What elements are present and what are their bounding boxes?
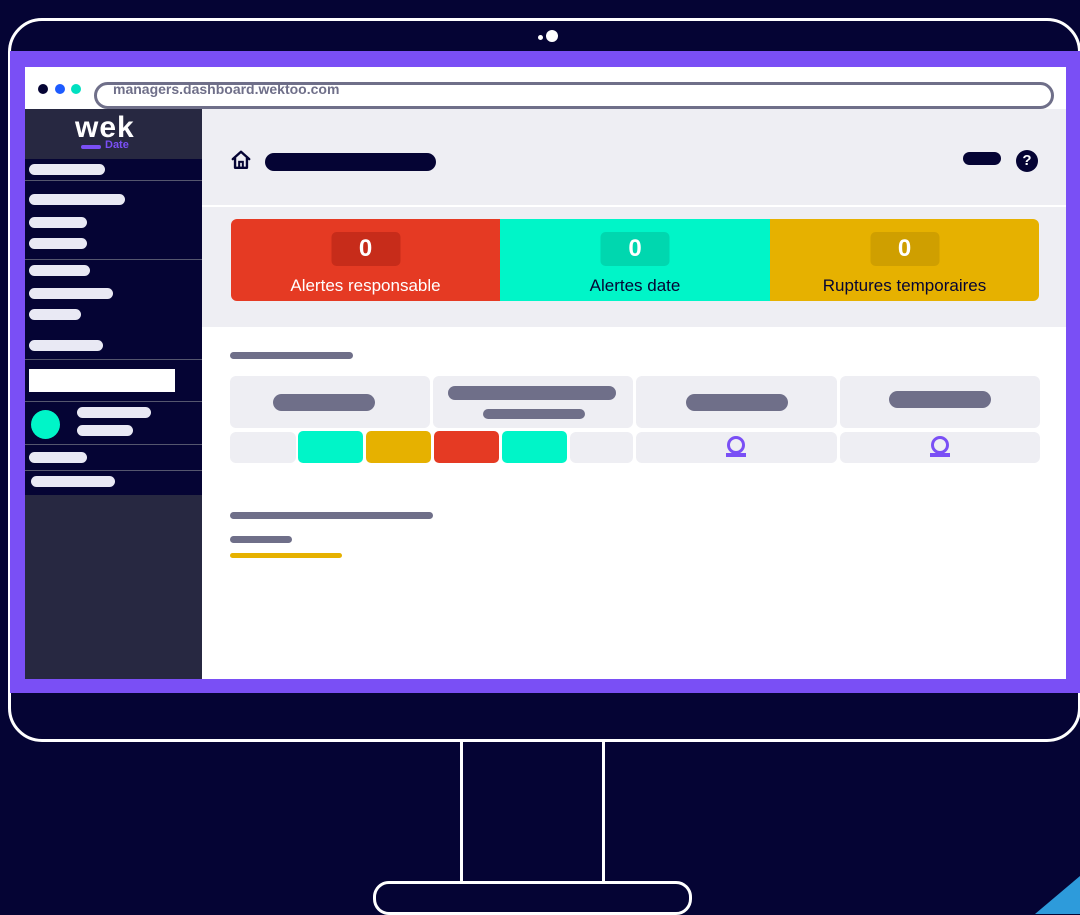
user-status-icon-base (726, 453, 746, 457)
sidebar-divider (25, 359, 202, 360)
user-status-icon[interactable] (727, 436, 745, 454)
sidebar-nav: wek Date wek Date (25, 109, 202, 495)
page-header: ? (202, 109, 1066, 205)
sidebar-item-7[interactable] (29, 309, 81, 320)
table-header-cell (840, 376, 1040, 428)
user-status-icon-base (930, 453, 950, 457)
camera-dot (546, 30, 558, 42)
window-minimize-dot[interactable] (55, 84, 65, 94)
sidebar-item-1[interactable] (29, 164, 105, 175)
table-row-cell (840, 432, 1040, 463)
table-row-cell (570, 432, 633, 463)
alert-count: 0 (600, 232, 670, 266)
sidebar-divider (25, 444, 202, 445)
browser-toolbar: managers.dashboard.wektoo.com (25, 67, 1066, 109)
table-row-cell (636, 432, 837, 463)
header-label (889, 391, 991, 408)
monitor-stand-neck (460, 739, 605, 887)
user-role-placeholder (77, 425, 133, 436)
sidebar-item-9[interactable] (29, 452, 87, 463)
status-tile-responsable[interactable] (434, 431, 499, 463)
table-header-cell (230, 376, 430, 428)
sidebar-divider (25, 259, 202, 260)
header-sublabel (483, 409, 585, 419)
alert-label: Alertes responsable (290, 276, 441, 295)
sidebar-item-5[interactable] (29, 265, 90, 276)
home-icon[interactable] (230, 149, 252, 171)
camera-indicator (538, 35, 543, 40)
section-title (230, 512, 433, 519)
window-maximize-dot[interactable] (71, 84, 81, 94)
sidebar-search-field[interactable] (29, 369, 175, 392)
user-name-placeholder (77, 407, 151, 418)
section-title (230, 352, 353, 359)
status-tile-date[interactable] (298, 431, 363, 463)
window-close-dot[interactable] (38, 84, 48, 94)
sidebar-item-6[interactable] (29, 288, 113, 299)
avatar[interactable] (31, 410, 60, 439)
sidebar-divider (25, 401, 202, 402)
alert-card-ruptures[interactable]: 0 Ruptures temporaires (770, 219, 1039, 301)
monitor-stand-base (373, 881, 692, 915)
table-row-cell (230, 432, 296, 463)
alert-card-responsable[interactable]: 0 Alertes responsable (231, 219, 500, 301)
sidebar-divider (25, 180, 202, 181)
alert-count: 0 (870, 232, 939, 266)
table-header-cell (433, 376, 633, 428)
header-label (273, 394, 375, 411)
browser-window: managers.dashboard.wektoo.com wek Date w… (25, 67, 1066, 679)
header-label (686, 394, 788, 411)
alert-label: Ruptures temporaires (822, 276, 987, 295)
status-tile-date[interactable] (502, 431, 567, 463)
sidebar-item-3[interactable] (29, 217, 87, 228)
url-text: managers.dashboard.wektoo.com (113, 81, 340, 97)
alerts-section: 0 Alertes responsable 0 Alertes date 0 R… (202, 207, 1066, 327)
alert-card-date[interactable]: 0 Alertes date (500, 219, 770, 301)
list-item[interactable] (230, 536, 292, 543)
user-status-icon[interactable] (931, 436, 949, 454)
sidebar-item-4[interactable] (29, 238, 87, 249)
sidebar-item-10[interactable] (31, 476, 115, 487)
alert-count: 0 (331, 232, 400, 266)
sidebar-item-8[interactable] (29, 340, 103, 351)
sidebar: wek Date wek Date (25, 109, 202, 679)
logo-date-label: Date (105, 139, 129, 151)
sidebar-divider (25, 470, 202, 471)
header-label (448, 386, 616, 400)
header-action[interactable] (963, 152, 1001, 165)
sidebar-item-2[interactable] (29, 194, 125, 205)
corner-accent (1035, 876, 1080, 914)
alert-label: Alertes date (589, 276, 681, 295)
logo-bar (81, 145, 101, 149)
table-header-cell (636, 376, 837, 428)
page-title (265, 153, 436, 171)
progress-bar (230, 553, 342, 558)
help-icon[interactable]: ? (1016, 150, 1038, 172)
main-content: ? 0 Alertes responsable 0 Alertes date 0… (202, 109, 1066, 679)
status-tile-rupture[interactable] (366, 431, 431, 463)
